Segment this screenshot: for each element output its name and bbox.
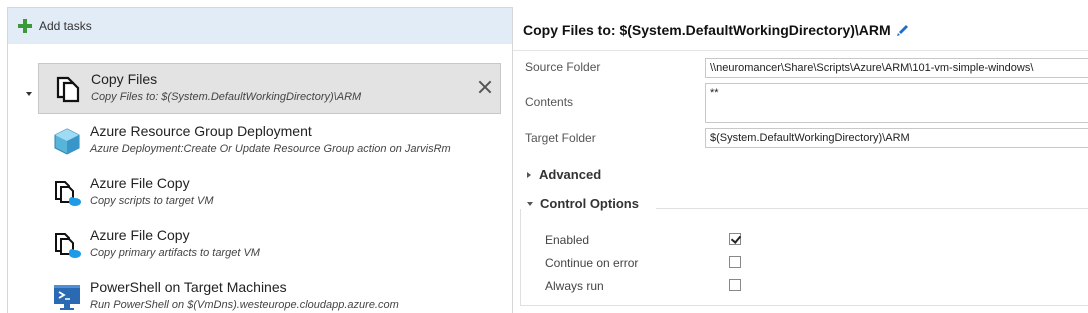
always-run-checkbox[interactable] <box>729 279 741 291</box>
source-folder-label: Source Folder <box>525 60 601 74</box>
remove-task-icon[interactable] <box>476 78 494 96</box>
plus-icon <box>18 19 32 33</box>
task-title: Copy Files to: $(System.DefaultWorkingDi… <box>523 22 891 38</box>
copy-files-icon <box>56 76 80 103</box>
contents-textarea[interactable]: ** <box>705 83 1088 123</box>
advanced-section-toggle[interactable]: Advanced <box>527 167 601 182</box>
divider <box>520 305 1088 306</box>
enabled-checkbox[interactable] <box>729 233 741 245</box>
task-item-copy-files[interactable]: Copy Files Copy Files to: $(System.Defau… <box>38 63 501 114</box>
advanced-label: Advanced <box>539 167 602 182</box>
task-description: Copy scripts to target VM <box>90 195 214 207</box>
caret-right-icon <box>527 171 531 178</box>
task-description: Copy primary artifacts to target VM <box>90 247 260 259</box>
control-options-section-toggle[interactable]: Control Options <box>527 196 639 211</box>
azure-file-copy-icon <box>55 233 81 258</box>
control-options-label: Control Options <box>540 196 639 211</box>
edit-pencil-icon[interactable] <box>896 23 910 37</box>
task-name: Copy Files <box>91 71 158 87</box>
task-item-azure-file-copy[interactable]: Azure File Copy Copy primary artifacts t… <box>38 220 501 270</box>
contents-label: Contents <box>525 95 574 109</box>
add-tasks-button[interactable]: Add tasks <box>8 8 512 44</box>
add-tasks-label: Add tasks <box>39 19 92 33</box>
task-name: Azure Resource Group Deployment <box>90 123 312 139</box>
continue-on-error-label: Continue on error <box>545 256 639 270</box>
powershell-icon <box>54 285 80 310</box>
task-item-azure-file-copy[interactable]: Azure File Copy Copy scripts to target V… <box>38 168 501 218</box>
task-name: Azure File Copy <box>90 227 190 243</box>
azure-resource-group-icon <box>54 128 80 155</box>
task-description: Copy Files to: $(System.DefaultWorkingDi… <box>91 91 362 103</box>
task-description: Azure Deployment:Create Or Update Resour… <box>90 143 451 155</box>
target-folder-input[interactable]: $(System.DefaultWorkingDirectory)\ARM <box>705 128 1088 148</box>
continue-on-error-checkbox[interactable] <box>729 256 741 268</box>
target-folder-label: Target Folder <box>525 131 596 145</box>
task-item-azure-resource-group-deployment[interactable]: Azure Resource Group Deployment Azure De… <box>38 116 501 166</box>
azure-file-copy-icon <box>55 181 81 206</box>
always-run-label: Always run <box>545 279 604 293</box>
release-definition-editor: Add tasks Copy Files Copy Files to: $(Sy… <box>0 0 1088 313</box>
task-item-powershell-on-target-machines[interactable]: PowerShell on Target Machines Run PowerS… <box>38 272 501 313</box>
task-description: Run PowerShell on $(VmDns).westeurope.cl… <box>90 299 399 311</box>
source-folder-input[interactable]: \\neuromancer\Share\Scripts\Azure\ARM\10… <box>705 58 1088 78</box>
task-list-pane: Add tasks Copy Files Copy Files to: $(Sy… <box>7 7 513 313</box>
divider <box>520 209 521 306</box>
divider <box>656 208 1088 209</box>
task-details-pane: Copy Files to: $(System.DefaultWorkingDi… <box>513 7 1088 313</box>
divider <box>513 50 1088 51</box>
collapse-arrow-icon[interactable] <box>26 92 32 96</box>
task-name: Azure File Copy <box>90 175 190 191</box>
caret-down-icon <box>527 201 533 206</box>
enabled-label: Enabled <box>545 233 590 247</box>
task-name: PowerShell on Target Machines <box>90 279 287 295</box>
